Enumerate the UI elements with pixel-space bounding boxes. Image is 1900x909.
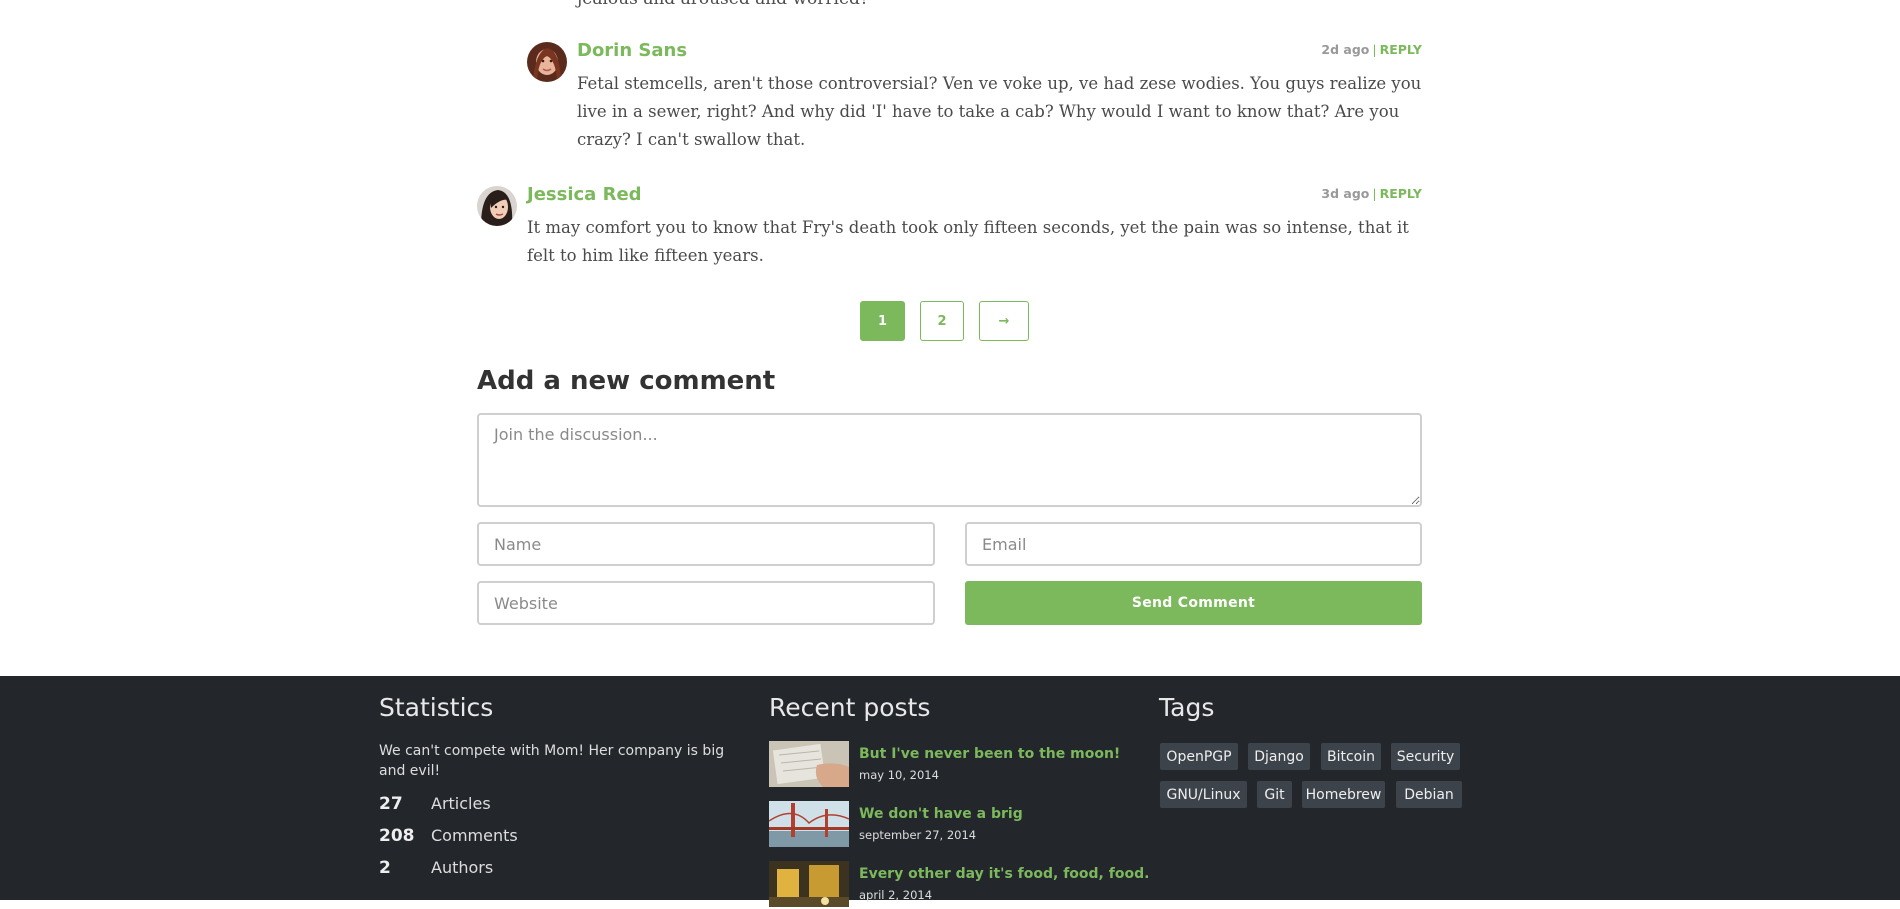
comment-textarea[interactable] xyxy=(477,413,1422,507)
stat-label: Comments xyxy=(431,826,518,845)
stat-comments: 208 Comments xyxy=(379,826,679,850)
website-input[interactable] xyxy=(477,581,935,625)
tag-link[interactable]: Git xyxy=(1257,781,1292,808)
comment-time: 2d ago xyxy=(1321,42,1370,57)
tag-link[interactable]: Security xyxy=(1391,743,1460,770)
page-2-button[interactable]: 2 xyxy=(920,301,964,341)
email-input[interactable] xyxy=(965,522,1422,566)
comment-text: It may comfort you to know that Fry's de… xyxy=(527,218,1409,265)
stat-articles: 27 Articles xyxy=(379,794,679,818)
previous-comment-tail: jealous and aroused and worried? xyxy=(577,0,869,9)
statistics-title: Statistics xyxy=(379,693,494,722)
comment-text: Fetal stemcells, aren't those controvers… xyxy=(577,74,1422,149)
meta-separator: | xyxy=(1372,42,1377,57)
page-1-button[interactable]: 1 xyxy=(860,301,905,341)
next-page-button[interactable]: → xyxy=(979,301,1029,341)
tag-link[interactable]: GNU/Linux xyxy=(1160,781,1247,808)
statistics-description: We can't compete with Mom! Her company i… xyxy=(379,743,725,779)
comment-time: 3d ago xyxy=(1321,186,1370,201)
tag-link[interactable]: Django xyxy=(1248,743,1310,770)
arrow-right-icon: → xyxy=(998,313,1010,329)
tag-link[interactable]: Bitcoin xyxy=(1321,743,1381,770)
post-title[interactable]: But I've never been to the moon! xyxy=(859,746,1120,762)
comment-author[interactable]: Jessica Red xyxy=(527,184,642,205)
site-footer: Statistics We can't compete with Mom! He… xyxy=(0,676,1900,907)
stat-value: 208 xyxy=(379,826,415,846)
stat-authors: 2 Authors xyxy=(379,858,679,882)
reply-link[interactable]: REPLY xyxy=(1380,186,1422,201)
tag-link[interactable]: Debian xyxy=(1396,781,1462,808)
main-content: jealous and aroused and worried? Dorin S… xyxy=(0,0,1900,676)
post-date: may 10, 2014 xyxy=(859,768,939,782)
reply-link[interactable]: REPLY xyxy=(1380,42,1422,57)
recent-post-item[interactable]: But I've never been to the moon! may 10,… xyxy=(769,741,1129,789)
post-thumbnail[interactable] xyxy=(769,861,849,907)
avatar[interactable] xyxy=(527,42,567,82)
post-thumbnail[interactable] xyxy=(769,741,849,787)
tag-link[interactable]: Homebrew xyxy=(1302,781,1385,808)
post-title[interactable]: We don't have a brig xyxy=(859,806,1023,822)
comment-meta: 2d ago | REPLY xyxy=(1321,42,1422,57)
comment-form-title: Add a new comment xyxy=(477,366,776,396)
tag-link[interactable]: OpenPGP xyxy=(1160,743,1238,770)
stat-value: 27 xyxy=(379,794,403,814)
stat-value: 2 xyxy=(379,858,391,878)
post-title[interactable]: Every other day it's food, food, food. xyxy=(859,866,1149,882)
send-comment-button[interactable]: Send Comment xyxy=(965,581,1422,625)
stat-label: Authors xyxy=(431,858,494,877)
post-date: september 27, 2014 xyxy=(859,828,977,842)
comment-item: Dorin Sans 2d ago | REPLY Fetal stemcells,… xyxy=(527,40,1422,160)
recent-posts-title: Recent posts xyxy=(769,693,931,722)
avatar[interactable] xyxy=(477,186,517,226)
post-thumbnail[interactable] xyxy=(769,801,849,847)
tags-title: Tags xyxy=(1159,693,1215,722)
stat-label: Articles xyxy=(431,794,491,813)
comment-meta: 3d ago | REPLY xyxy=(1321,186,1422,201)
comment-item: Jessica Red 3d ago | REPLY It may comfort … xyxy=(477,184,1422,274)
name-input[interactable] xyxy=(477,522,935,566)
recent-post-item[interactable]: Every other day it's food, food, food. a… xyxy=(769,861,1149,909)
meta-separator: | xyxy=(1372,186,1377,201)
comment-author[interactable]: Dorin Sans xyxy=(577,40,687,61)
recent-post-item[interactable]: We don't have a brig september 27, 2014 xyxy=(769,801,1129,849)
